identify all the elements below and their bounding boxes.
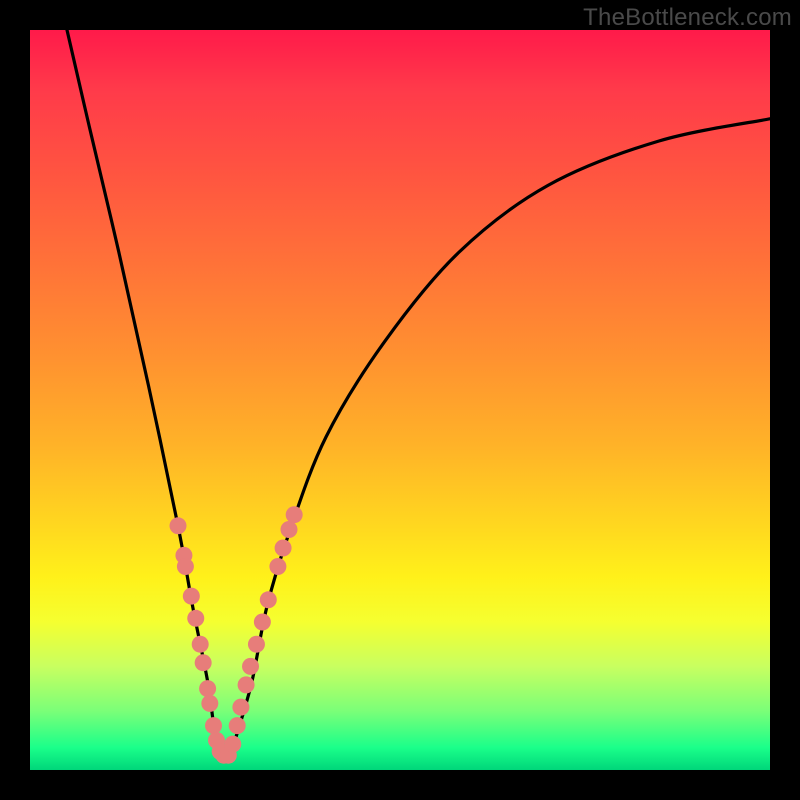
data-dot [232,699,249,716]
data-dot [175,547,192,564]
data-dot [269,558,286,575]
data-dot [248,636,265,653]
data-dot [254,614,271,631]
data-dot [224,736,241,753]
dots-group [170,506,303,764]
bottleneck-curve [67,30,770,758]
data-dot [275,540,292,557]
data-dot [195,654,212,671]
data-dot [199,680,216,697]
data-dot [229,717,246,734]
data-dot [260,591,277,608]
data-dot [170,517,187,534]
data-dot [215,747,232,764]
bottleneck-curve-svg [30,30,770,770]
data-dot [220,747,237,764]
data-dot [212,743,229,760]
curve-group [67,30,770,758]
data-dot [208,732,225,749]
plot-area [30,30,770,770]
data-dot [238,676,255,693]
data-dot [205,717,222,734]
data-dot [183,588,200,605]
watermark-text: TheBottleneck.com [583,4,792,32]
data-dot [201,695,218,712]
data-dot [177,558,194,575]
data-dot [192,636,209,653]
data-dot [286,506,303,523]
data-dot [242,658,259,675]
data-dot [281,521,298,538]
chart-frame: TheBottleneck.com [0,0,800,800]
data-dot [187,610,204,627]
